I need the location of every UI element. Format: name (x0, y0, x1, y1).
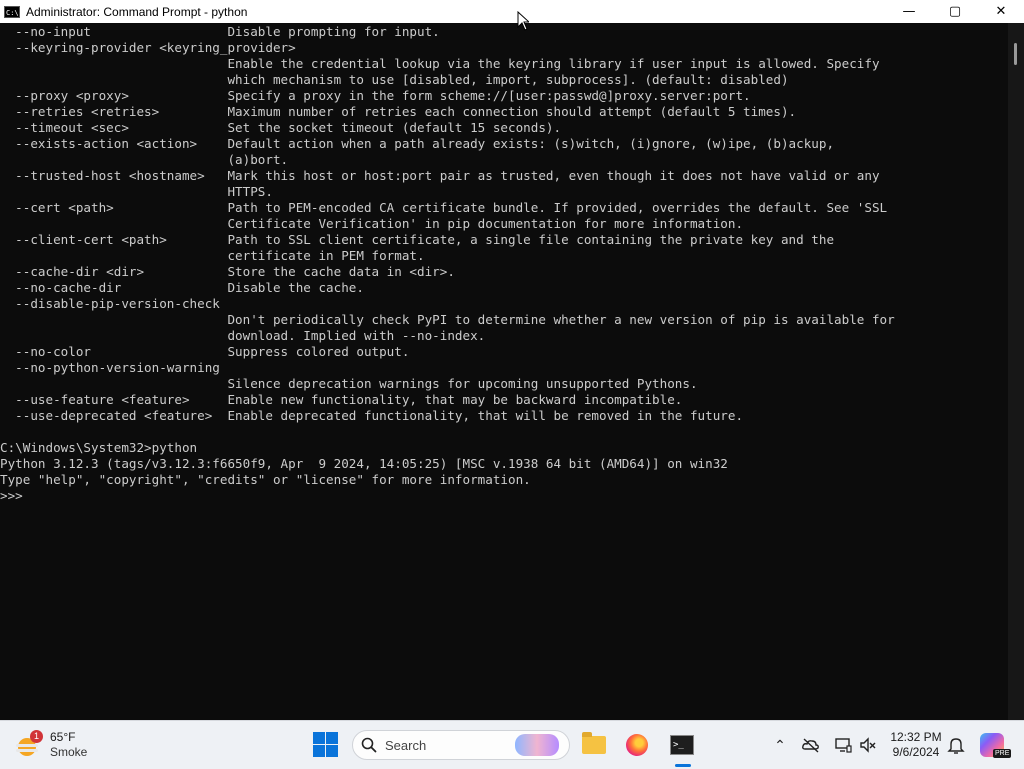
console-line: C:\Windows\System32>python (0, 440, 198, 455)
weather-widget[interactable]: 1 65°F Smoke (16, 729, 87, 761)
taskbar-app-file-explorer[interactable] (578, 729, 610, 761)
console-line: Don't periodically check PyPI to determi… (0, 312, 895, 327)
maximize-button[interactable]: ▢ (932, 0, 978, 23)
console-line: certificate in PEM format. (0, 248, 425, 263)
onedrive-offline-icon[interactable] (801, 735, 821, 755)
console-line: --client-cert <path> Path to SSL client … (0, 232, 835, 247)
console-line: --timeout <sec> Set the socket timeout (… (0, 120, 562, 135)
console-line: --disable-pip-version-check (0, 296, 220, 311)
window-controls: — ▢ ✕ (886, 0, 1024, 23)
console-line: HTTPS. (0, 184, 273, 199)
console-line: --proxy <proxy> Specify a proxy in the f… (0, 88, 751, 103)
network-icon[interactable] (833, 735, 853, 755)
taskbar-app-command-prompt[interactable]: >_ (666, 729, 698, 761)
console-scrollbar[interactable] (1008, 23, 1024, 720)
console-line: --cache-dir <dir> Store the cache data i… (0, 264, 455, 279)
console-line: --no-python-version-warning (0, 360, 220, 375)
clock-date: 9/6/2024 (892, 745, 940, 759)
console-line: --keyring-provider <keyring_provider> (0, 40, 296, 55)
console-line: Enable the credential lookup via the key… (0, 56, 880, 71)
sun-haze-icon: 1 (16, 730, 43, 758)
taskbar-search[interactable]: Search (352, 730, 570, 760)
console-line: which mechanism to use [disabled, import… (0, 72, 789, 87)
console-area[interactable]: --no-input Disable prompting for input. … (0, 23, 1008, 720)
folder-icon (582, 732, 606, 754)
console-line: Type "help", "copyright", "credits" or "… (0, 472, 531, 487)
scrollbar-thumb[interactable] (1014, 43, 1017, 65)
console-line: --use-deprecated <feature> Enable deprec… (0, 408, 744, 423)
console-line: --exists-action <action> Default action … (0, 136, 835, 151)
weather-condition: Smoke (50, 745, 88, 759)
minimize-button[interactable]: — (886, 0, 932, 23)
cmd-icon: >_ (670, 735, 694, 755)
volume-muted-icon[interactable] (858, 735, 878, 755)
notification-bell-icon[interactable] (946, 735, 966, 755)
start-button[interactable] (313, 732, 339, 758)
weather-badge: 1 (30, 730, 43, 743)
console-output: --no-input Disable prompting for input. … (0, 24, 895, 504)
tray-overflow-chevron-icon[interactable]: ⌃ (770, 735, 790, 755)
cmd-window-icon[interactable]: C:\ (4, 5, 20, 18)
taskbar: 1 65°F Smoke Search >_ ⌃ 12:32 PM 9/6/20… (0, 720, 1024, 769)
console-line: --cert <path> Path to PEM-encoded CA cer… (0, 200, 888, 215)
clock-time: 12:32 PM (890, 730, 942, 744)
console-line: (a)bort. (0, 152, 289, 167)
console-line: Silence deprecation warnings for upcomin… (0, 376, 698, 391)
window-title: Administrator: Command Prompt - python (26, 4, 248, 19)
weather-temperature: 65°F (50, 730, 76, 744)
console-line: Python 3.12.3 (tags/v3.12.3:f6650f9, Apr… (0, 456, 728, 471)
console-line: download. Implied with --no-index. (0, 328, 486, 343)
close-button[interactable]: ✕ (978, 0, 1024, 23)
taskbar-app-firefox[interactable] (621, 729, 653, 761)
active-app-indicator (675, 764, 691, 767)
search-icon (361, 737, 377, 753)
search-placeholder: Search (385, 737, 427, 753)
copilot-preview-badge: PRE (993, 749, 1012, 758)
title-bar[interactable]: C:\ Administrator: Command Prompt - pyth… (0, 0, 1024, 23)
system-clock[interactable]: 12:32 PM 9/6/2024 (888, 730, 944, 760)
console-line: >>> (0, 488, 31, 503)
console-line: --use-feature <feature> Enable new funct… (0, 392, 683, 407)
console-line: --retries <retries> Maximum number of re… (0, 104, 797, 119)
console-line: Certificate Verification' in pip documen… (0, 216, 744, 231)
console-line: --no-color Suppress colored output. (0, 344, 410, 359)
console-line: --trusted-host <hostname> Mark this host… (0, 168, 880, 183)
search-highlight-icon (515, 734, 559, 756)
console-line: --no-cache-dir Disable the cache. (0, 280, 364, 295)
mouse-pointer-icon (517, 11, 529, 31)
firefox-icon (626, 734, 648, 756)
console-line: --no-input Disable prompting for input. (0, 24, 440, 39)
